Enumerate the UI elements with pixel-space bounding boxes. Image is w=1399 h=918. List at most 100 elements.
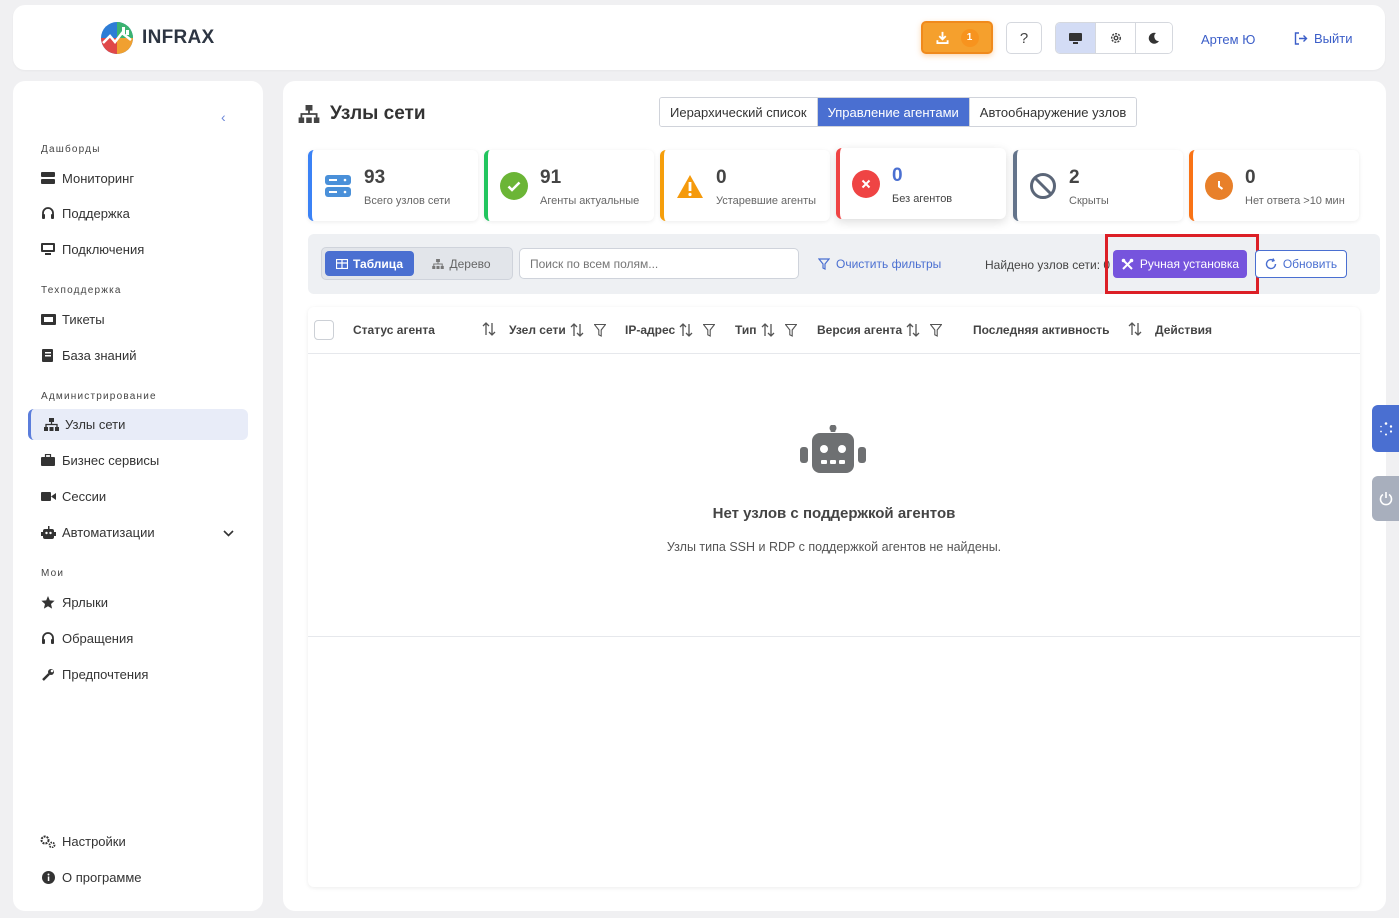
info-icon [40,870,56,884]
star-icon [40,595,56,609]
dark-mode-button[interactable] [1136,23,1172,53]
stat-card-outdated[interactable]: 0 Устаревшие агенты [660,150,830,221]
ticket-icon [40,312,56,326]
robot-icon [800,424,866,482]
sort-icon[interactable] [570,323,584,337]
sort-icon[interactable] [482,322,496,336]
stat-label: Устаревшие агенты [716,195,817,207]
sidebar-item-label: Ярлыки [62,594,109,610]
stat-card-no-response[interactable]: 0 Нет ответа >10 мин [1189,150,1359,221]
sidebar-item-connections[interactable]: Подключения [28,234,248,264]
help-button[interactable]: ? [1006,22,1042,54]
stat-value: 0 [892,165,903,186]
desktop-icon [40,242,56,256]
view-mode-group [1055,22,1173,54]
stat-label: Агенты актуальные [540,195,640,207]
sidebar-item-label: Бизнес сервисы [62,452,160,468]
column-last-activity[interactable]: Последняя активность [973,323,1109,337]
sidebar-item-settings[interactable]: Настройки [28,826,248,856]
warning-icon [676,172,704,200]
sidebar-item-label: Поддержка [62,205,130,221]
tab-autodiscovery[interactable]: Автообнаружение узлов [969,98,1137,126]
section-title-dashboards: Дашборды [41,144,101,155]
sidebar-item-automations[interactable]: Автоматизации [28,517,248,547]
filter-icon[interactable] [703,323,716,337]
column-label: Действия [1155,323,1213,337]
table-view-button[interactable]: Таблица [325,251,414,276]
chevron-down-icon[interactable] [223,525,234,540]
empty-state-subtitle: Узлы типа SSH и RDP с поддержкой агентов… [666,540,1002,554]
sidebar-item-monitoring[interactable]: Мониторинг [28,163,248,193]
column-node[interactable]: Узел сети [509,323,606,337]
sidebar-collapse-button[interactable]: ‹ [221,109,226,125]
sidebar-item-label: Узлы сети [65,417,126,432]
wrench-icon [40,667,56,681]
stat-card-hidden[interactable]: 2 Скрыты [1013,150,1183,221]
download-button[interactable]: 1 [921,21,993,54]
video-camera-icon [40,489,56,503]
column-actions: Действия [1155,323,1212,337]
tree-view-button[interactable]: Дерево [414,251,509,276]
sidebar-item-support[interactable]: Поддержка [28,198,248,228]
stat-label: Нет ответа >10 мин [1245,195,1345,207]
page-title: Узлы сети [298,103,426,125]
sidebar-item-about[interactable]: О программе [28,862,248,892]
column-label: Статус агента [353,323,435,337]
settings-view-button[interactable] [1096,23,1136,53]
sidebar-item-knowledge-base[interactable]: База знаний [28,340,248,370]
stat-card-total[interactable]: 93 Всего узлов сети [308,150,478,221]
tab-hierarchy[interactable]: Иерархический список [660,98,818,126]
sidebar-item-label: Обращения [62,630,134,646]
stat-label: Без агентов [892,193,953,205]
sidebar-item-business-services[interactable]: Бизнес сервисы [28,445,248,475]
user-name-link[interactable]: Артем Ю [1201,32,1255,47]
sidebar-item-network-nodes[interactable]: Узлы сети [28,409,248,440]
desktop-view-button[interactable] [1056,23,1096,53]
table-view-label: Таблица [352,256,403,271]
sidebar-item-label: Настройки [62,833,126,849]
sidebar-item-requests[interactable]: Обращения [28,623,248,653]
sitemap-icon [43,418,59,432]
column-agent-version[interactable]: Версия агента [817,323,943,337]
column-agent-status[interactable]: Статус агента [353,323,435,337]
floating-activity-button[interactable] [1372,405,1399,452]
refresh-button[interactable]: Обновить [1255,250,1347,278]
search-input[interactable] [519,248,799,279]
stat-card-no-agents[interactable]: 0 Без агентов [836,148,1006,219]
clear-filters-button[interactable]: Очистить фильтры [818,257,941,271]
column-type[interactable]: Тип [735,323,797,337]
view-switch: Таблица Дерево [321,247,513,280]
stat-value: 0 [1245,167,1256,188]
column-label: IP-адрес [625,323,676,337]
stat-value: 93 [364,167,386,188]
stat-card-up-to-date[interactable]: 91 Агенты актуальные [484,150,654,221]
refresh-icon [1265,258,1277,270]
column-label: Узел сети [509,323,566,337]
tab-agent-management[interactable]: Управление агентами [817,98,970,126]
logout-link[interactable]: Выйти [1294,31,1353,46]
filter-icon[interactable] [930,323,943,337]
column-ip[interactable]: IP-адрес [625,323,716,337]
sidebar-item-preferences[interactable]: Предпочтения [28,659,248,689]
sidebar-item-label: Автоматизации [62,524,155,540]
filter-icon[interactable] [593,323,606,337]
section-title-techsupport: Техподдержка [41,285,122,296]
sidebar-item-tickets[interactable]: Тикеты [28,304,248,334]
sort-icon[interactable] [1128,322,1142,336]
sitemap-icon [298,105,320,123]
sort-icon[interactable] [679,323,693,337]
sidebar-item-sessions[interactable]: Сессии [28,481,248,511]
sort-icon[interactable] [906,323,920,337]
floating-power-button[interactable] [1372,476,1399,521]
filter-icon[interactable] [784,323,797,337]
select-all-checkbox[interactable] [314,320,334,340]
sidebar-item-shortcuts[interactable]: Ярлыки [28,587,248,617]
main-panel: Узлы сети Иерархический список Управлени… [283,81,1386,911]
brand-logo[interactable]: INFRAX [100,21,215,55]
logout-label: Выйти [1314,31,1353,46]
divider [308,636,1360,637]
sort-icon[interactable] [761,323,775,337]
stat-value: 91 [540,167,562,188]
sidebar-item-label: Тикеты [62,311,105,327]
headset-icon [40,631,56,645]
